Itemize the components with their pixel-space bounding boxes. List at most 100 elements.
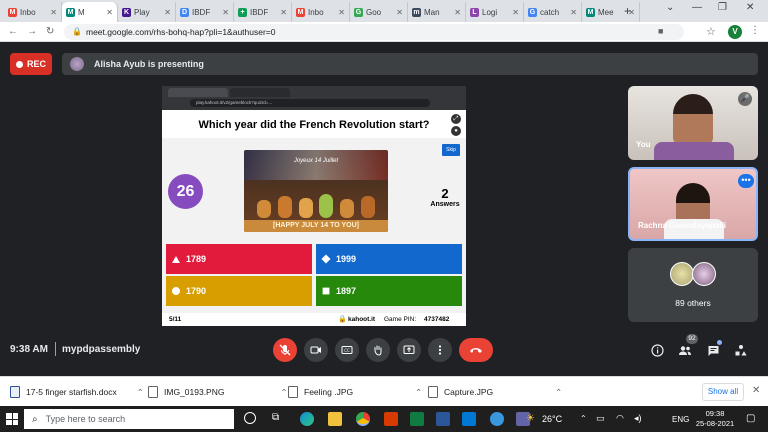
tray-chevron-icon[interactable]: ⌃ bbox=[580, 414, 587, 423]
participant-video bbox=[673, 94, 713, 144]
profile-avatar[interactable]: V bbox=[728, 25, 742, 39]
activities-button[interactable] bbox=[734, 343, 748, 357]
windows-start-icon[interactable] bbox=[6, 413, 18, 425]
chat-button[interactable] bbox=[706, 343, 720, 357]
camera-icon[interactable]: ■ bbox=[658, 26, 663, 36]
chevron-up-icon[interactable]: ⌃ bbox=[137, 387, 144, 398]
video-camera-icon bbox=[310, 346, 321, 354]
taskbar-clock[interactable]: 09:38 25-08-2021 bbox=[694, 409, 736, 429]
back-icon[interactable]: ← bbox=[8, 26, 18, 37]
browser-tab[interactable]: M M ✕ bbox=[62, 2, 118, 22]
more-options-button[interactable] bbox=[428, 338, 452, 362]
notifications-icon[interactable]: ▢ bbox=[746, 413, 755, 424]
browser-tab[interactable]: m Man ✕ bbox=[408, 2, 466, 22]
powerpoint-icon[interactable] bbox=[384, 412, 398, 426]
browser-tab[interactable]: M Mee ✕ bbox=[582, 2, 640, 22]
tab-label: M bbox=[78, 7, 85, 17]
close-downloads-icon[interactable]: ✕ bbox=[752, 385, 760, 396]
browser-tab[interactable]: M Inbo ✕ bbox=[292, 2, 350, 22]
browser-tab[interactable]: + IBDF ✕ bbox=[234, 2, 292, 22]
browser-tab[interactable]: D IBDF ✕ bbox=[176, 2, 234, 22]
captions-button[interactable]: CC bbox=[335, 338, 359, 362]
forward-icon[interactable]: → bbox=[27, 26, 37, 37]
reload-icon[interactable]: ↻ bbox=[46, 26, 54, 37]
url-field[interactable]: 🔒 meet.google.com/rhs-bohq-hap?pli=1&aut… bbox=[64, 24, 684, 40]
input-language[interactable]: ENG bbox=[672, 415, 689, 424]
image-file-icon bbox=[288, 386, 298, 398]
settings-icon[interactable]: ● bbox=[451, 126, 461, 136]
close-tab-icon[interactable]: ✕ bbox=[164, 8, 171, 17]
close-tab-icon[interactable]: ✕ bbox=[280, 8, 287, 17]
download-item[interactable]: Capture.JPG ⌃ bbox=[428, 384, 562, 400]
leave-call-button[interactable] bbox=[459, 338, 493, 362]
chrome-icon[interactable] bbox=[356, 412, 370, 426]
croissant-characters bbox=[254, 192, 378, 218]
others-tile[interactable]: 89 others bbox=[628, 248, 758, 322]
close-tab-icon[interactable]: ✕ bbox=[106, 8, 113, 17]
shared-tab bbox=[168, 88, 228, 97]
close-tab-icon[interactable]: ✕ bbox=[338, 8, 345, 17]
word-icon[interactable] bbox=[436, 412, 450, 426]
close-tab-icon[interactable]: ✕ bbox=[512, 8, 519, 17]
shared-browser-chrome: play.kahoot.it/v2/gameblock?quizId=... bbox=[162, 86, 466, 110]
show-all-downloads-button[interactable]: Show all bbox=[702, 383, 744, 401]
close-tab-icon[interactable]: ✕ bbox=[570, 8, 577, 17]
people-button[interactable] bbox=[678, 343, 692, 357]
meeting-time: 9:38 AM bbox=[10, 344, 48, 355]
taskbar-search-input[interactable]: ⌕ Type here to search bbox=[24, 409, 234, 429]
participant-tile-rachna[interactable]: ••• Rachna Govindayapalli bbox=[628, 167, 758, 241]
present-button[interactable] bbox=[397, 338, 421, 362]
mic-toggle-button[interactable] bbox=[273, 338, 297, 362]
close-tab-icon[interactable]: ✕ bbox=[396, 8, 403, 17]
maximize-icon[interactable]: ❐ bbox=[718, 2, 727, 13]
close-tab-icon[interactable]: ✕ bbox=[50, 8, 57, 17]
people-icon bbox=[679, 345, 691, 355]
meeting-details-button[interactable] bbox=[650, 343, 664, 357]
fullscreen-icon[interactable]: ⤢ bbox=[451, 114, 461, 124]
battery-icon[interactable]: ▭ bbox=[596, 413, 605, 424]
skip-button[interactable]: Skip bbox=[442, 144, 460, 156]
volume-icon[interactable]: ◂) bbox=[634, 413, 642, 424]
browser-tab[interactable]: L Logi ✕ bbox=[466, 2, 524, 22]
task-view-icon[interactable]: ⧉ bbox=[272, 412, 279, 423]
browser-tab[interactable]: M Inbo ✕ bbox=[4, 2, 62, 22]
close-tab-icon[interactable]: ✕ bbox=[454, 8, 461, 17]
close-tab-icon[interactable]: ✕ bbox=[222, 8, 229, 17]
excel-icon[interactable] bbox=[410, 412, 424, 426]
answer-option-2[interactable]: 1999 bbox=[316, 244, 462, 274]
minimize-icon[interactable]: — bbox=[692, 2, 702, 13]
browser-tab[interactable]: Gcatch ✕ bbox=[524, 2, 582, 22]
record-dot-icon bbox=[15, 60, 23, 68]
tab-search-icon[interactable]: ⌄ bbox=[666, 2, 674, 13]
browser-tab[interactable]: K Play ✕ bbox=[118, 2, 176, 22]
chevron-up-icon[interactable]: ⌃ bbox=[280, 387, 287, 398]
download-item[interactable]: IMG_0193.PNG ⌃ bbox=[148, 384, 288, 400]
browser-tab[interactable]: G Goo ✕ bbox=[350, 2, 408, 22]
chevron-up-icon[interactable]: ⌃ bbox=[415, 387, 422, 398]
participant-name: You bbox=[636, 140, 651, 149]
raise-hand-button[interactable] bbox=[366, 338, 390, 362]
file-explorer-icon[interactable] bbox=[328, 412, 342, 426]
answer-option-4[interactable]: 1897 bbox=[316, 276, 462, 306]
mail-icon[interactable] bbox=[462, 412, 476, 426]
help-icon[interactable] bbox=[490, 412, 504, 426]
more-options-icon[interactable]: ••• bbox=[738, 174, 754, 188]
menu-kebab-icon[interactable]: ⋮ bbox=[750, 25, 760, 36]
answer-option-3[interactable]: 1790 bbox=[166, 276, 312, 306]
weather-temp[interactable]: 26°C bbox=[542, 414, 562, 424]
participant-tile-you[interactable]: 🎤 You bbox=[628, 86, 758, 160]
chevron-up-icon[interactable]: ⌃ bbox=[555, 387, 562, 398]
tab-label: IBDF bbox=[192, 7, 211, 17]
edge-icon[interactable] bbox=[300, 412, 314, 426]
answer-option-1[interactable]: 1789 bbox=[166, 244, 312, 274]
close-window-icon[interactable]: ✕ bbox=[746, 2, 754, 13]
new-tab-button[interactable]: + bbox=[624, 4, 631, 18]
cortana-icon[interactable] bbox=[244, 412, 256, 424]
download-item[interactable]: Feeling .JPG ⌃ bbox=[288, 384, 422, 400]
download-item[interactable]: 17-5 finger starfish.docx ⌃ bbox=[10, 384, 144, 400]
wifi-icon[interactable]: ◠ bbox=[616, 413, 624, 424]
image-file-icon bbox=[428, 386, 438, 398]
bookmark-star-icon[interactable]: ☆ bbox=[706, 25, 716, 38]
camera-toggle-button[interactable] bbox=[304, 338, 328, 362]
clock-time: 09:38 bbox=[705, 409, 725, 418]
